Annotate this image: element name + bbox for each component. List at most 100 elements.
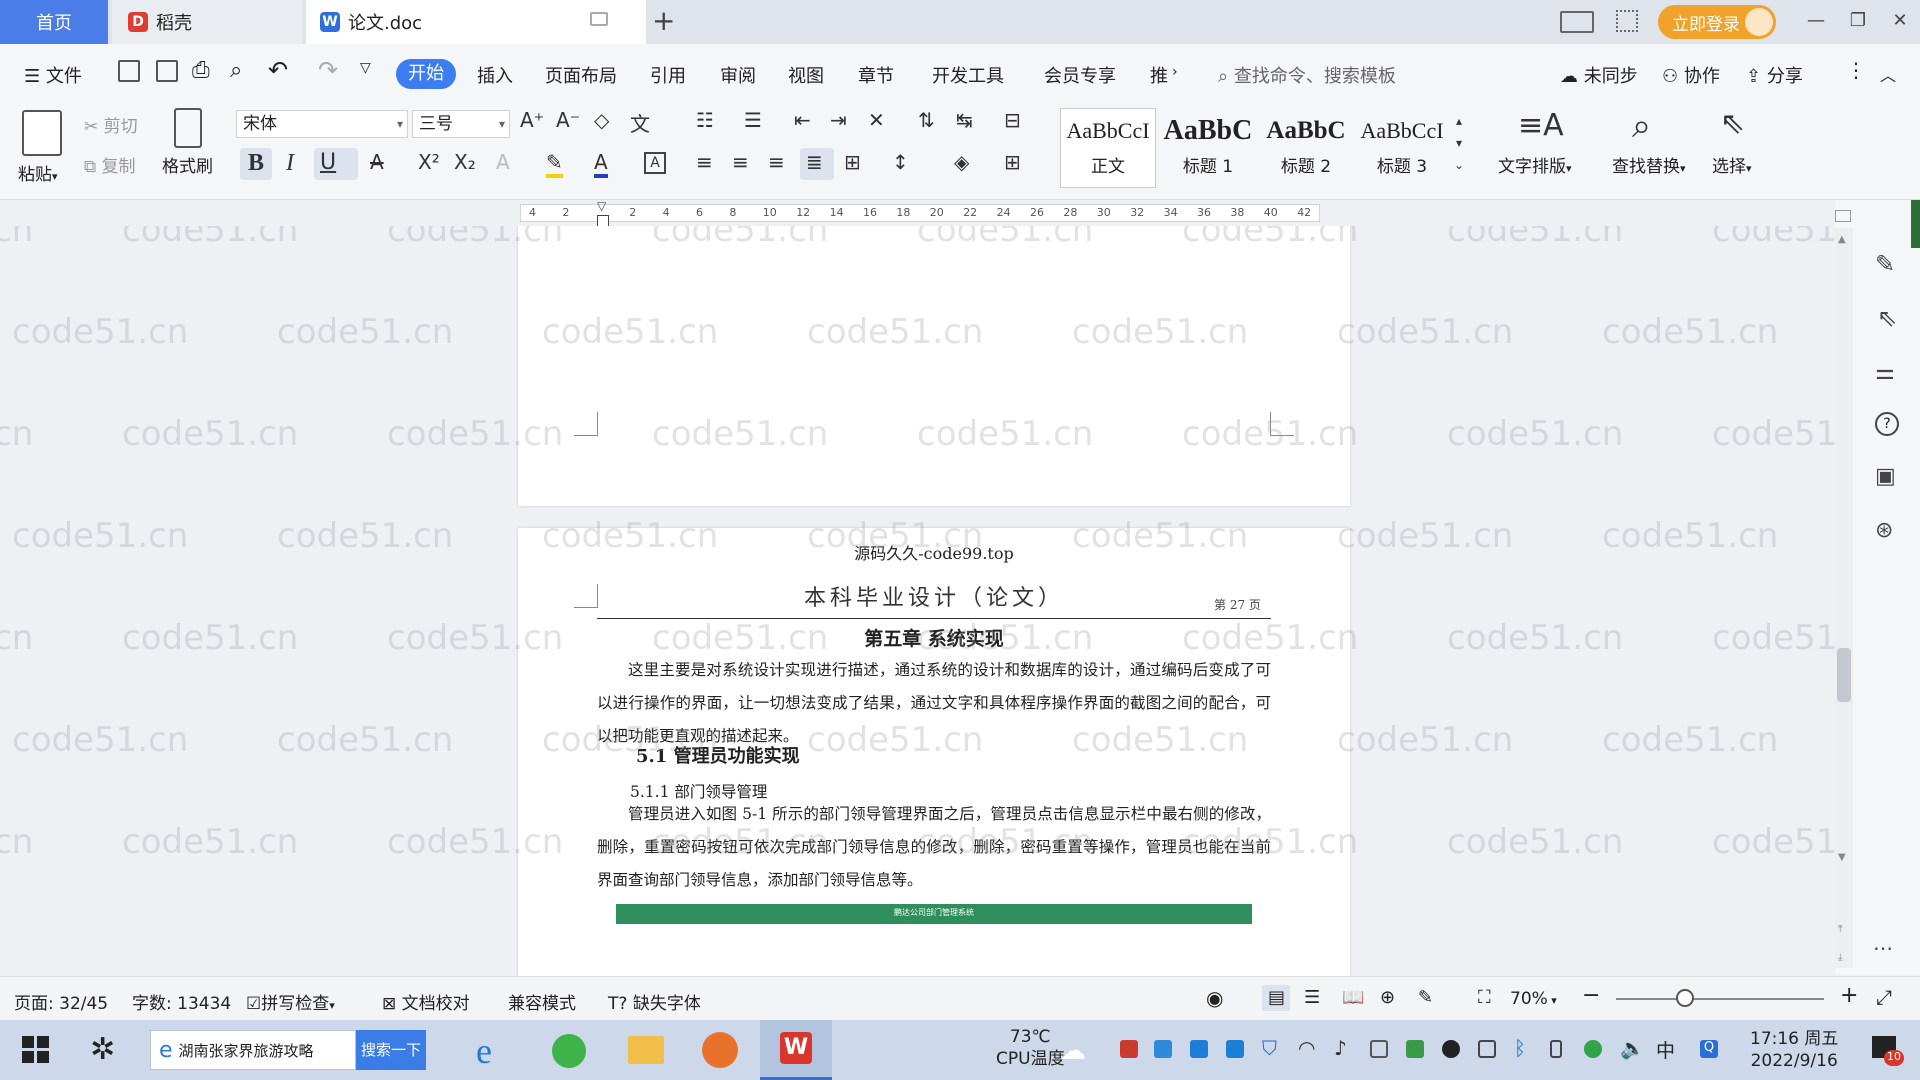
spellcheck-button[interactable]: ☑拼写检查▾ [246, 989, 335, 1014]
word-count[interactable]: 字数: 13434 [132, 989, 231, 1014]
outline-view-icon[interactable]: ☰ [1304, 987, 1320, 1008]
sync-status[interactable]: ☁ 未同步 [1560, 62, 1638, 88]
bell-icon[interactable]: ♪ [1334, 1036, 1347, 1060]
char-border-icon[interactable]: A [644, 152, 666, 174]
menu-file[interactable]: ☰ 文件 [24, 62, 82, 88]
more-options-icon[interactable]: ⋮ [1846, 58, 1866, 82]
font-name-select[interactable]: 宋体 [236, 110, 408, 138]
align-justify-icon[interactable]: ≣ [806, 150, 823, 174]
increase-indent-icon[interactable]: ⇥ [830, 108, 847, 132]
align-right-icon[interactable]: ≡ [768, 150, 785, 174]
zoom-out-icon[interactable]: − [1582, 983, 1600, 1008]
text-layout-icon[interactable]: ≡A [1518, 108, 1564, 143]
style-scroll-icon[interactable]: ▴ ▾ ⌄ [1454, 110, 1464, 176]
align-center-icon[interactable]: ≡ [732, 150, 749, 174]
shrink-font-icon[interactable]: A⁻ [556, 108, 580, 132]
find-replace-button[interactable]: 查找替换▾ [1612, 152, 1686, 177]
paste-icon[interactable] [22, 110, 62, 156]
zoom-select[interactable]: 70% ▾ [1510, 989, 1557, 1009]
collab-button[interactable]: ⚇ 协作 [1662, 62, 1720, 88]
vertical-scrollbar[interactable]: ▲ ▼ ⤒ ⤓ [1835, 228, 1853, 968]
format-painter-button[interactable]: 格式刷 [162, 152, 213, 177]
scroll-up-icon[interactable]: ▲ [1838, 234, 1846, 245]
menu-dev-tools[interactable]: 开发工具 [932, 62, 1004, 88]
menu-scroll-right-icon[interactable]: › [1172, 64, 1178, 80]
q-tray-icon[interactable]: Q [1700, 1040, 1718, 1058]
wps-taskbar-item[interactable]: W [760, 1020, 832, 1080]
distributed-icon[interactable]: ⊞ [844, 150, 861, 174]
style-heading3[interactable]: AaBbCcI 标题 3 [1354, 114, 1450, 184]
tray-app-icon[interactable] [1190, 1040, 1208, 1058]
text-direction-icon[interactable]: ↹ [956, 108, 973, 132]
italic-icon[interactable]: I [286, 150, 294, 177]
green-tray-icon[interactable] [1584, 1040, 1602, 1058]
decrease-indent-icon[interactable]: ⇤ [794, 108, 811, 132]
collapse-ribbon-icon[interactable]: ︿ [1880, 62, 1896, 86]
menu-view[interactable]: 视图 [788, 62, 824, 88]
menu-chapter[interactable]: 章节 [858, 62, 894, 88]
subscript-icon[interactable]: X₂ [454, 150, 476, 174]
browser-360-icon[interactable] [552, 1034, 586, 1068]
format-painter-icon[interactable] [174, 108, 202, 148]
gpu-tray-icon[interactable] [1406, 1040, 1424, 1058]
tab-document[interactable]: W 论文.doc [306, 0, 646, 44]
weather-icon[interactable]: ☁ [1060, 1036, 1086, 1066]
strikethrough-icon[interactable]: A [370, 150, 384, 174]
menu-insert[interactable]: 插入 [477, 62, 513, 88]
print-icon[interactable]: ⎙ [192, 58, 210, 83]
more-sidebar-icon[interactable]: ⋯ [1873, 936, 1893, 960]
input-method-indicator[interactable]: 中 [1656, 1036, 1675, 1063]
first-line-indent-marker[interactable]: ▽ [597, 199, 606, 213]
next-page-icon[interactable]: ⤓ [1838, 952, 1842, 963]
minimize-icon[interactable]: — [1804, 10, 1828, 34]
tray-app-icon[interactable] [1154, 1040, 1172, 1058]
tiger-app-icon[interactable] [702, 1032, 738, 1068]
bluetooth-icon[interactable]: ᛒ [1514, 1036, 1526, 1060]
proofread-button[interactable]: ⊠ 文档校对 [382, 989, 470, 1014]
fit-page-icon[interactable]: ⛶ [1478, 987, 1491, 1008]
font-size-select[interactable]: 三号 [412, 110, 510, 138]
style-heading2[interactable]: AaBbC 标题 2 [1258, 114, 1354, 184]
pointer-icon[interactable]: ⇖ [1877, 304, 1897, 332]
menu-page-layout[interactable]: 页面布局 [545, 62, 617, 88]
eye-protect-icon[interactable]: ◉ [1206, 986, 1223, 1010]
chinese-layout-icon[interactable]: ✕ [868, 108, 885, 132]
battery-icon[interactable] [1478, 1040, 1496, 1058]
highlight-icon[interactable]: ✎ [546, 150, 563, 178]
page-view-icon[interactable]: ▤ [1268, 987, 1285, 1008]
copy-button[interactable]: ⧉ 复制 [84, 152, 136, 177]
borders-icon[interactable]: ⊞ [1004, 150, 1021, 174]
web-view-icon[interactable]: ⊕ [1380, 987, 1395, 1008]
layout-icon[interactable] [1560, 11, 1594, 33]
print-preview-icon[interactable]: ⌕ [230, 58, 242, 83]
qq-icon[interactable] [1442, 1040, 1460, 1058]
restore-icon[interactable]: ❐ [1846, 10, 1870, 34]
edit-pen-icon[interactable]: ✎ [1875, 250, 1895, 278]
shading-icon[interactable]: ◈ [954, 150, 969, 174]
clock[interactable]: 17:16 周五 2022/9/16 [1750, 1028, 1838, 1072]
save-icon[interactable] [118, 60, 140, 82]
sort-icon[interactable]: ⇅ [918, 108, 935, 132]
wifi-icon[interactable]: ◠ [1298, 1036, 1315, 1060]
quick-access-dropdown-icon[interactable]: ▽ [360, 60, 371, 76]
tray-app-icon[interactable] [1226, 1040, 1244, 1058]
select-button[interactable]: 选择▾ [1712, 152, 1752, 177]
reading-view-icon[interactable]: 📖 [1342, 987, 1364, 1008]
screenshot-tray-icon[interactable] [1370, 1040, 1388, 1058]
close-icon[interactable]: ✕ [1888, 10, 1912, 34]
menu-more[interactable]: 推 [1150, 62, 1168, 88]
login-button[interactable]: 立即登录 [1658, 5, 1776, 39]
zoom-in-icon[interactable]: + [1840, 983, 1858, 1008]
grid-icon[interactable] [1616, 10, 1638, 32]
select-cursor-icon[interactable]: ⇖ [1720, 106, 1745, 141]
line-spacing-icon[interactable]: ↕ [892, 150, 909, 174]
monitor-icon[interactable] [590, 12, 608, 26]
show-marks-icon[interactable]: ⊟ [1004, 108, 1021, 132]
missing-font-button[interactable]: T? 缺失字体 [608, 989, 701, 1014]
superscript-icon[interactable]: X² [418, 150, 440, 174]
menu-start[interactable]: 开始 [396, 59, 456, 89]
align-left-icon[interactable]: ≡ [696, 150, 713, 174]
text-layout-button[interactable]: 文字排版▾ [1498, 152, 1572, 177]
pinwheel-app-icon[interactable]: ✲ [90, 1032, 115, 1067]
page-count[interactable]: 页面: 32/45 [14, 989, 108, 1014]
